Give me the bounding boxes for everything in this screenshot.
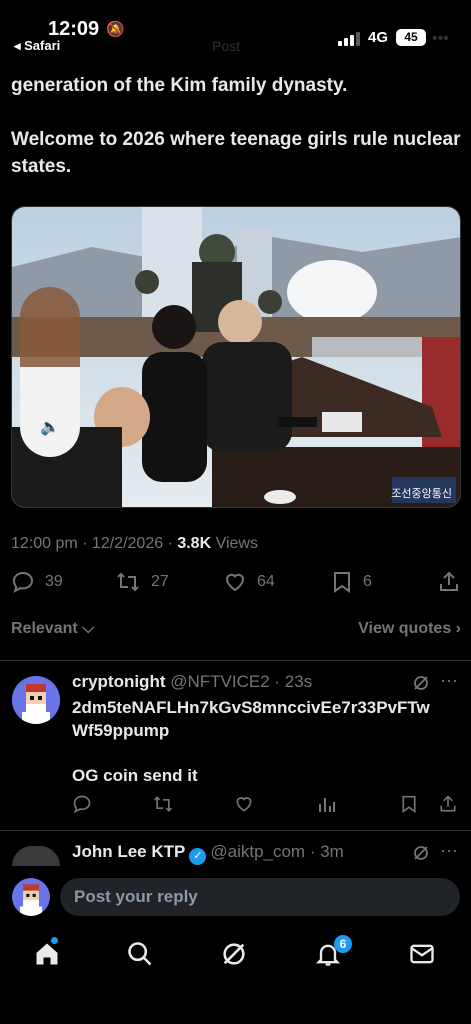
reply-more-icon[interactable]: ··· <box>440 840 458 861</box>
relevant-dropdown[interactable]: Relevant ⌵ <box>11 620 94 638</box>
reply-body: 2dm5teNAFLHn7kGvS8mnccivEe7r33PvFTw Wf59… <box>72 696 462 787</box>
bookmark-action[interactable]: 6 <box>331 570 372 594</box>
reply-handle-time: @aiktp_com · 3m <box>210 842 344 861</box>
like-action[interactable]: 64 <box>223 570 275 594</box>
my-avatar[interactable] <box>12 878 50 916</box>
reply-count: 39 <box>45 573 63 590</box>
verified-badge-icon: ✓ <box>189 848 207 865</box>
silent-bell-icon: 🔕 <box>106 21 125 38</box>
tab-grok[interactable] <box>214 940 254 980</box>
reply-header: cryptonight @NFTVICE2 · 23s <box>72 672 312 692</box>
network-type: 4G <box>368 29 389 46</box>
speaker-icon: 🔈 <box>40 419 60 436</box>
reply-more-icon[interactable]: ··· <box>440 670 458 691</box>
signal-icon <box>338 30 362 46</box>
avatar[interactable] <box>12 846 60 866</box>
header-title: Post <box>212 38 241 54</box>
tweet-text: generation of the Kim family dynasty. We… <box>11 72 461 207</box>
reply-handle-time: @NFTVICE2 · 23s <box>165 672 313 691</box>
tab-search[interactable] <box>120 940 160 980</box>
divider <box>0 830 471 831</box>
bookmark-icon[interactable] <box>400 794 418 814</box>
reply-author-name[interactable]: cryptonight <box>72 672 166 691</box>
reply-text-line: OG coin send it <box>72 766 198 785</box>
heart-icon <box>225 573 245 592</box>
like-count: 64 <box>257 573 275 590</box>
repost-count: 27 <box>151 573 169 590</box>
share-action[interactable] <box>437 570 461 594</box>
pixel-avatar-icon <box>12 676 60 724</box>
mail-icon <box>410 944 434 964</box>
views-icon[interactable] <box>318 794 336 814</box>
repost-action[interactable]: 27 <box>115 570 169 594</box>
home-icon <box>36 943 58 965</box>
reply-header: John Lee KTP ✓ @aiktp_com · 3m <box>72 842 344 865</box>
reply-input[interactable] <box>60 878 460 916</box>
tweet-actions: 39 27 64 6 <box>11 570 461 600</box>
divider <box>0 660 471 661</box>
pixel-avatar-icon <box>12 878 50 916</box>
tab-home[interactable] <box>27 940 67 980</box>
reply-icon[interactable] <box>72 794 92 814</box>
tab-messages[interactable] <box>402 940 442 980</box>
repost-icon[interactable] <box>152 794 174 814</box>
back-to-safari-link[interactable]: ◂ Safari <box>14 38 60 54</box>
grok-icon <box>223 943 245 965</box>
tweet-meta: 12:00 pm · 12/2/2026 · 3.8K Views <box>11 535 258 553</box>
heart-icon[interactable] <box>234 794 254 814</box>
reply-icon <box>12 571 34 594</box>
home-unread-dot <box>51 937 58 944</box>
bottom-tab-bar <box>0 930 471 1024</box>
bookmark-count: 6 <box>363 573 372 590</box>
status-bar: 12:09 🔕 ◂ Safari Post 4G 45 ••• <box>0 0 471 60</box>
reply-action[interactable]: 39 <box>11 570 63 594</box>
search-icon <box>128 942 152 966</box>
repost-icon <box>117 572 139 592</box>
grok-icon[interactable] <box>412 674 430 692</box>
share-icon <box>440 571 458 591</box>
reply-text-line: Wf59ppump <box>72 721 170 740</box>
video-volume-control[interactable]: 🔈 <box>20 287 80 457</box>
grok-icon[interactable] <box>412 844 430 862</box>
views-label: Views <box>211 535 258 552</box>
battery-icon: 45 <box>396 29 426 46</box>
reply-author-name[interactable]: John Lee KTP <box>72 842 185 861</box>
view-quotes-link[interactable]: View quotes › <box>358 620 461 638</box>
photo-watermark: 조선중앙통신 <box>391 488 452 500</box>
reply-actions <box>72 794 456 816</box>
tweet-text-line: Welcome to 2026 where teenage girls rule… <box>11 129 461 177</box>
avatar[interactable] <box>12 676 60 724</box>
tweet-text-line: generation of the Kim family dynasty. <box>11 75 348 96</box>
notification-badge: 6 <box>334 935 352 953</box>
bookmark-icon <box>334 572 350 593</box>
header-more-icon[interactable]: ••• <box>432 30 449 48</box>
reply-text-line: 2dm5teNAFLHn7kGvS8mnccivEe7r33PvFTw <box>72 698 430 717</box>
timestamp: 12:00 pm · 12/2/2026 · <box>11 535 178 552</box>
views-count: 3.8K <box>177 535 212 552</box>
share-icon[interactable] <box>438 794 458 814</box>
tweet-photo[interactable]: 🔈 조선중앙통신 <box>11 206 461 508</box>
